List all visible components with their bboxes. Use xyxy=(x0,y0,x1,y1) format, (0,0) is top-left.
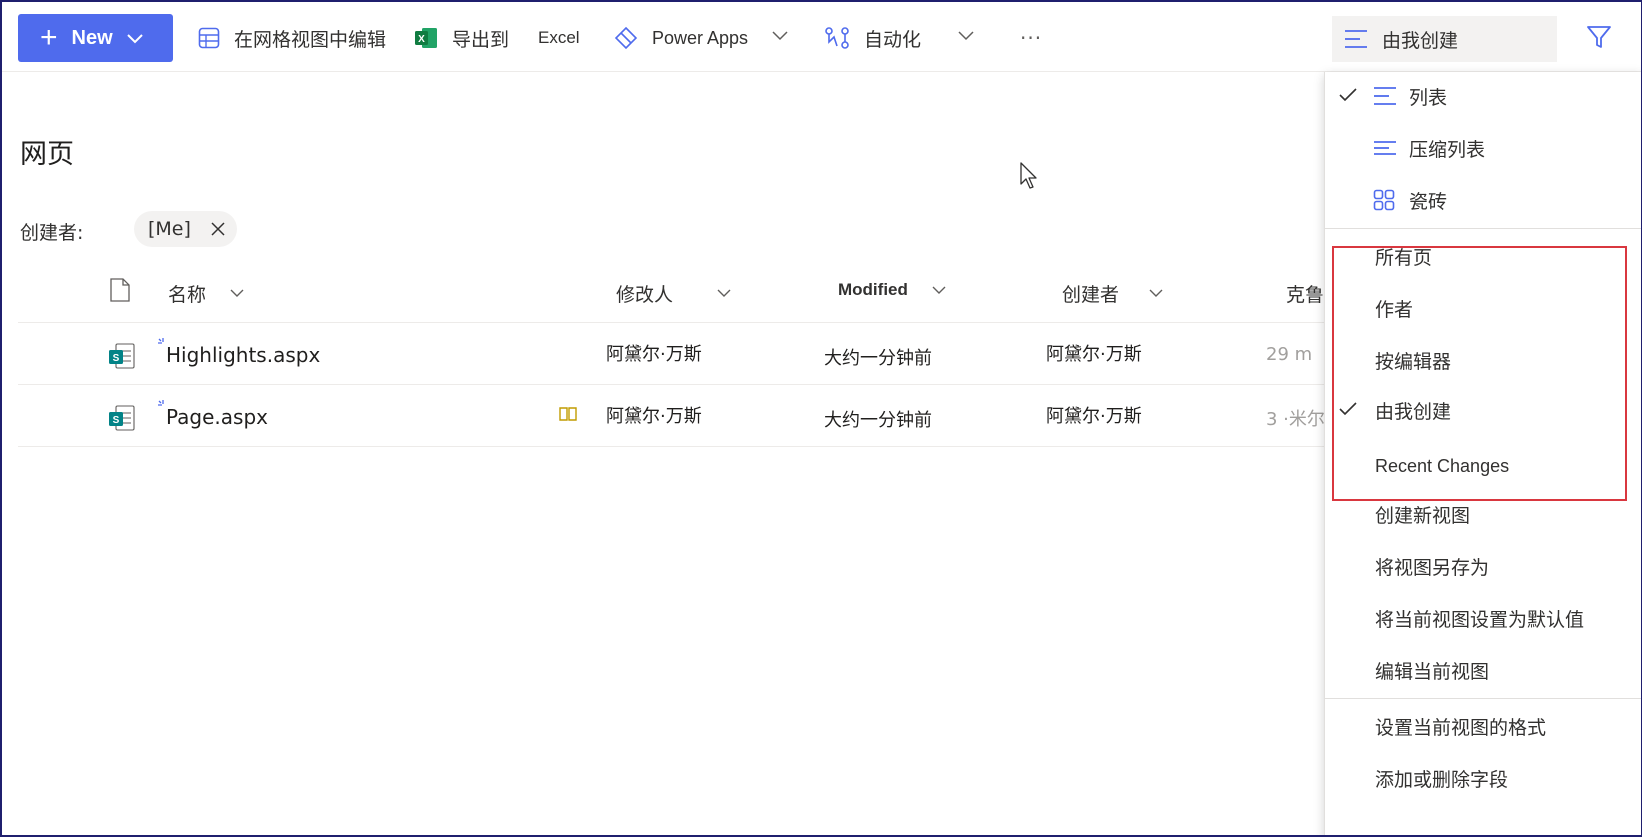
created-by-cell[interactable]: 阿黛尔·万斯 xyxy=(1046,402,1142,428)
automate-label: 自动化 xyxy=(864,28,922,51)
modified-cell: 大约一分钟前 xyxy=(824,348,932,369)
menu-item-label: 添加或删除字段 xyxy=(1375,768,1509,791)
menu-item-label: 编辑当前视图 xyxy=(1375,660,1490,683)
page-title: 网页 xyxy=(20,139,74,170)
app-window: + New 在网格视图中编辑 X 导出到 Excel Power Apps 自动… xyxy=(0,0,1642,837)
menu-divider xyxy=(1325,698,1641,699)
edit-grid-view-label: 在网格视图中编辑 xyxy=(234,28,387,51)
file-name-link[interactable]: Highlights.aspx xyxy=(166,343,320,367)
plus-icon: + xyxy=(40,21,58,54)
menu-item-label: 将当前视图设置为默认值 xyxy=(1375,608,1585,631)
automate-chevron-icon[interactable] xyxy=(958,26,974,45)
column-header-partial[interactable]: 克鲁兹 xyxy=(1286,280,1326,307)
file-name-link[interactable]: Page.aspx xyxy=(166,405,268,429)
open-book-icon[interactable] xyxy=(559,406,577,426)
chevron-down-icon xyxy=(230,289,244,298)
close-icon[interactable] xyxy=(211,222,225,236)
power-apps-button[interactable]: Power Apps xyxy=(614,20,748,56)
menu-item-label: 压缩列表 xyxy=(1409,138,1486,161)
svg-text:X: X xyxy=(418,34,425,45)
automate-button[interactable]: 自动化 xyxy=(824,20,921,56)
current-view-label: 由我创建 xyxy=(1382,29,1459,52)
filter-pill-label: [Me] xyxy=(148,218,191,240)
mouse-cursor-icon xyxy=(1020,162,1040,194)
menu-item-compact-list[interactable]: 压缩列表 xyxy=(1325,124,1641,172)
tiles-icon xyxy=(1373,189,1395,216)
menu-item-save-view-as[interactable]: 将视图另存为 xyxy=(1325,542,1641,590)
menu-item-set-default-view[interactable]: 将当前视图设置为默认值 xyxy=(1325,594,1641,642)
menu-item-format-view[interactable]: 设置当前视图的格式 xyxy=(1325,702,1641,750)
chevron-down-icon xyxy=(1149,289,1163,298)
column-header-modified[interactable]: Modified xyxy=(838,280,946,300)
menu-item-add-remove-fields[interactable]: 添加或删除字段 xyxy=(1325,754,1641,802)
column-header-created-by[interactable]: 创建者 xyxy=(1062,280,1163,307)
view-selector-button[interactable]: 由我创建 xyxy=(1332,16,1557,62)
column-modified-label: Modified xyxy=(838,280,908,299)
column-name-label: 名称 xyxy=(168,284,207,306)
checkmark-icon xyxy=(1339,86,1357,108)
column-created-by-label: 创建者 xyxy=(1062,284,1120,306)
grid-icon xyxy=(198,27,220,49)
export-excel-label[interactable]: Excel xyxy=(538,20,580,56)
power-apps-label: Power Apps xyxy=(652,27,749,48)
power-apps-icon xyxy=(614,26,638,50)
chevron-down-icon xyxy=(932,286,946,295)
menu-divider xyxy=(1325,228,1641,229)
compact-list-icon xyxy=(1373,137,1397,164)
menu-item-label: 列表 xyxy=(1409,86,1448,109)
row-divider xyxy=(18,384,1328,385)
menu-item-list[interactable]: 列表 xyxy=(1325,72,1641,120)
created-by-cell[interactable]: 阿黛尔·万斯 xyxy=(1046,340,1142,366)
command-bar: + New 在网格视图中编辑 X 导出到 Excel Power Apps 自动… xyxy=(2,2,1641,72)
file-type-icon[interactable] xyxy=(110,278,130,306)
svg-text:S: S xyxy=(113,353,120,364)
more-options-button[interactable]: ··· xyxy=(1020,20,1042,56)
edit-grid-view-button[interactable]: 在网格视图中编辑 xyxy=(198,20,386,56)
power-apps-chevron-icon[interactable] xyxy=(772,26,788,45)
new-button[interactable]: + New xyxy=(18,14,173,62)
column-modified-by-label: 修改人 xyxy=(616,284,674,306)
filter-icon[interactable] xyxy=(1586,24,1612,54)
list-view-icon xyxy=(1344,28,1368,50)
modified-by-cell[interactable]: 阿黛尔·万斯 xyxy=(606,340,702,366)
menu-item-label: 瓷砖 xyxy=(1409,190,1448,213)
export-button[interactable]: X 导出到 xyxy=(414,20,509,56)
modified-cell: 大约一分钟前 xyxy=(824,410,932,431)
sharepoint-page-icon: S xyxy=(108,342,136,374)
list-icon xyxy=(1373,85,1397,112)
chevron-down-icon xyxy=(717,289,731,298)
filter-pill[interactable]: [Me] xyxy=(134,211,237,247)
header-divider xyxy=(18,322,1328,323)
highlight-box xyxy=(1332,246,1627,501)
chevron-down-icon xyxy=(126,27,143,50)
excel-icon: X xyxy=(414,27,438,49)
svg-text:S: S xyxy=(113,415,120,426)
filter-label: 创建者: xyxy=(20,222,84,244)
extra-cell: 29 m xyxy=(1266,344,1313,365)
sharepoint-page-icon: S xyxy=(108,404,136,436)
column-partial-label: 克鲁兹 xyxy=(1286,284,1326,306)
column-header-modified-by[interactable]: 修改人 xyxy=(616,280,731,307)
row-divider xyxy=(18,446,1328,447)
menu-item-label: 将视图另存为 xyxy=(1375,556,1490,579)
menu-item-edit-view[interactable]: 编辑当前视图 xyxy=(1325,646,1641,694)
menu-item-tiles[interactable]: 瓷砖 xyxy=(1325,176,1641,224)
automate-flow-icon xyxy=(824,26,850,50)
column-header-name[interactable]: 名称 xyxy=(168,280,244,307)
menu-item-label: 创建新视图 xyxy=(1375,504,1471,527)
new-button-label: New xyxy=(71,26,113,49)
modified-by-cell[interactable]: 阿黛尔·万斯 xyxy=(606,402,702,428)
export-label: 导出到 xyxy=(452,28,510,51)
menu-item-label: 设置当前视图的格式 xyxy=(1375,716,1547,739)
extra-cell: 3 ·米尔 xyxy=(1266,409,1325,430)
